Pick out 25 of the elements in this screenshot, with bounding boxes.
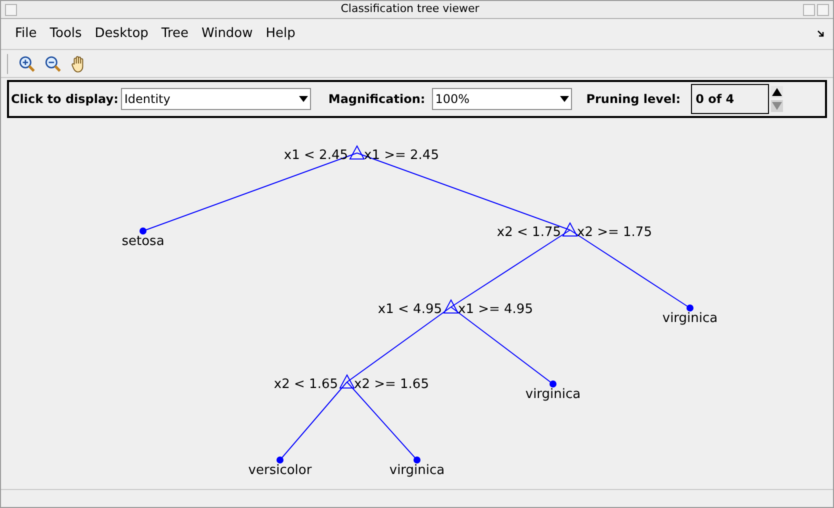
menu-item[interactable]: Tools bbox=[50, 24, 82, 44]
leaf-label: virginica bbox=[389, 463, 445, 478]
menu-item[interactable]: File bbox=[15, 24, 37, 44]
leaf-label: virginica bbox=[662, 311, 718, 326]
split-condition: x1 >= 4.95 bbox=[458, 302, 533, 317]
menu-item[interactable]: Window bbox=[202, 24, 253, 44]
split-condition: x2 < 1.75 bbox=[496, 225, 561, 240]
split-condition: x2 < 1.65 bbox=[274, 377, 338, 392]
display-label: Click to display: bbox=[11, 91, 118, 108]
window-title: Classification tree viewer bbox=[340, 1, 480, 18]
menu-item[interactable]: Help bbox=[266, 24, 296, 44]
menu-item[interactable]: Desktop bbox=[94, 24, 148, 44]
split-condition: x1 < 2.45 bbox=[284, 148, 348, 163]
menu-item[interactable]: Tree bbox=[161, 24, 189, 44]
magnification-label: Magnification: bbox=[328, 91, 426, 108]
pruning-label: Pruning level: bbox=[586, 91, 681, 108]
split-condition: x1 < 4.95 bbox=[378, 302, 442, 317]
leaf-label: versicolor bbox=[248, 463, 312, 478]
magnification-dropdown[interactable]: 100% bbox=[432, 88, 572, 110]
display-dropdown[interactable]: Identity bbox=[121, 88, 312, 110]
leaf-label: setosa bbox=[122, 234, 164, 249]
split-condition: x2 >= 1.75 bbox=[577, 225, 652, 240]
pruning-level-field[interactable]: 0 of 4 bbox=[690, 84, 769, 114]
leaf-label: virginica bbox=[525, 387, 581, 402]
split-condition: x2 >= 1.65 bbox=[354, 377, 429, 392]
